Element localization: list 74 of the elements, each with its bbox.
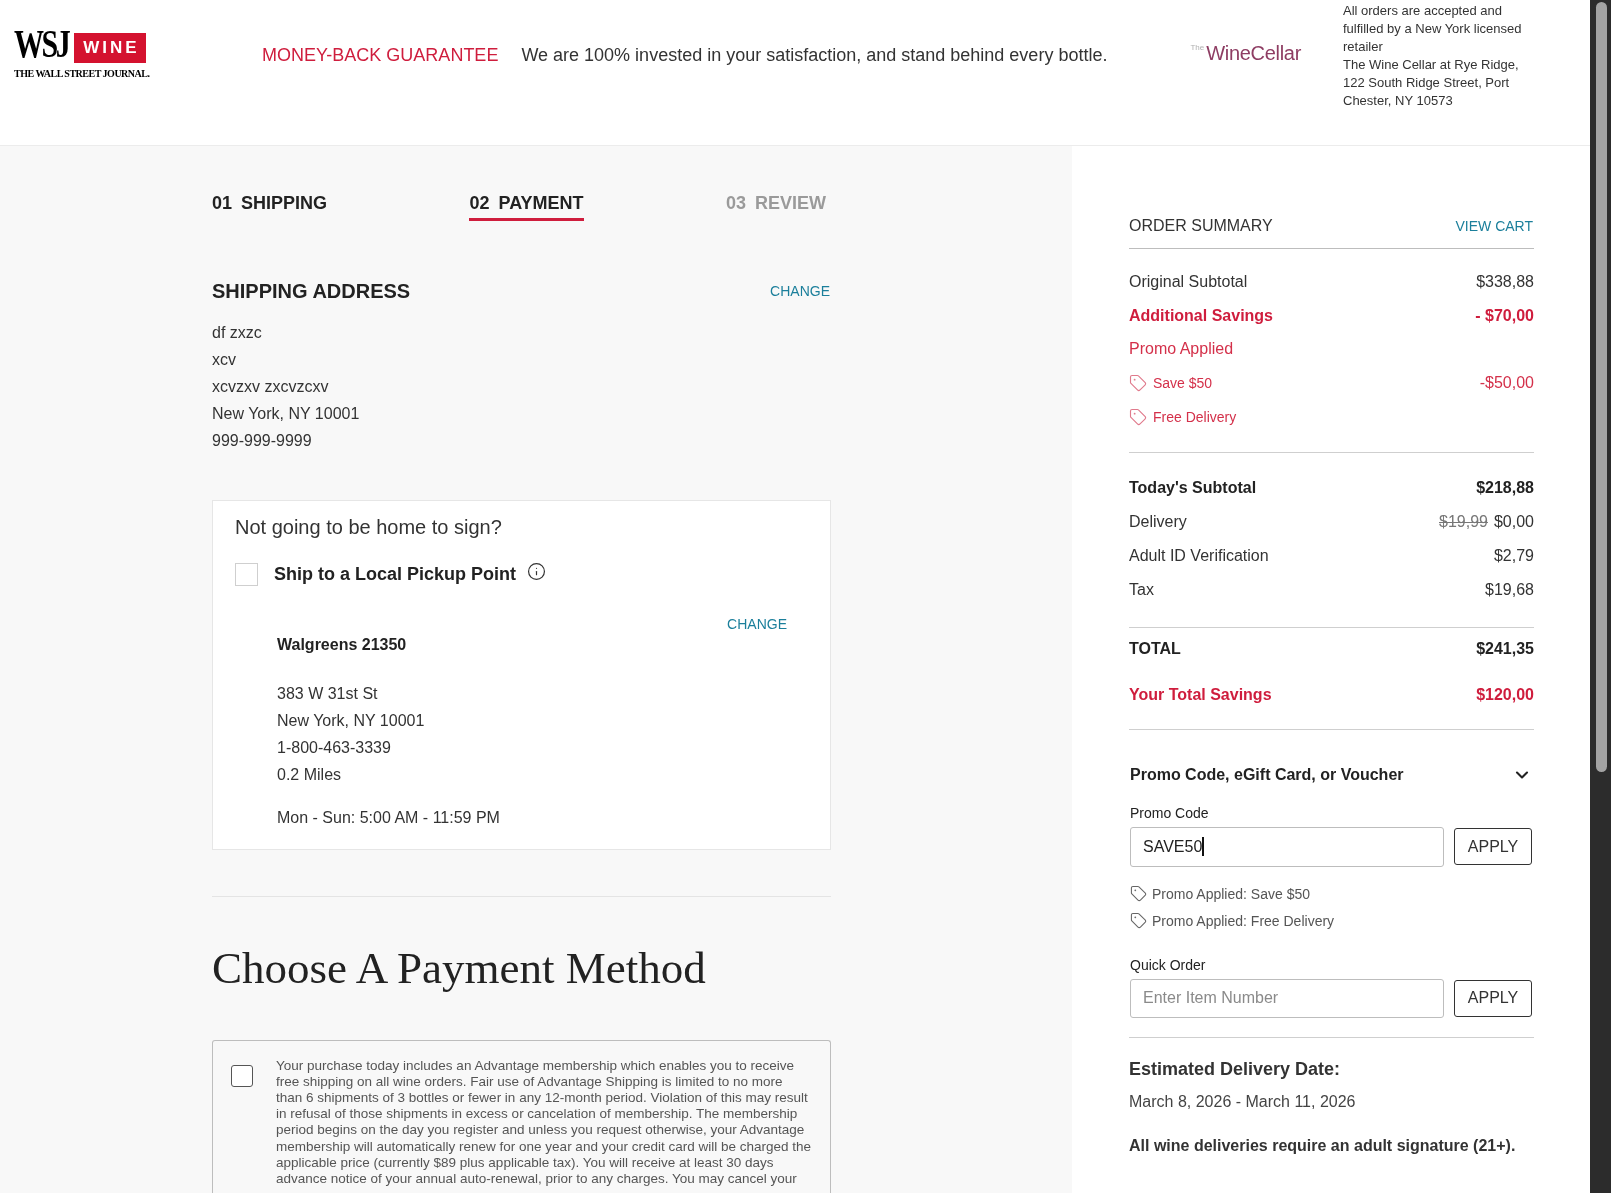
summary-label: Delivery xyxy=(1129,511,1187,532)
summary-label: Original Subtotal xyxy=(1129,271,1248,292)
summary-value: - $70,00 xyxy=(1475,305,1534,326)
guarantee-message: We are 100% invested in your satisfaction, and stand behind every bottle. xyxy=(521,44,1108,66)
summary-label: Save $50 xyxy=(1153,374,1213,394)
payment-method-heading: Choose A Payment Method xyxy=(212,941,706,995)
info-icon[interactable] xyxy=(527,561,547,581)
view-cart-link[interactable]: VIEW CART xyxy=(1455,217,1533,235)
change-link[interactable]: CHANGE xyxy=(727,615,787,633)
apply-button[interactable]: APPLY xyxy=(1454,828,1532,866)
promo-applied-text: Promo Applied: Free Delivery xyxy=(1152,911,1335,930)
pickup-location-name: Walgreens 21350 xyxy=(277,635,407,655)
summary-label: Today's Subtotal xyxy=(1129,477,1257,498)
address-line: xcv xyxy=(212,350,236,370)
pickup-address-line: 0.2 Miles xyxy=(277,764,342,785)
pickup-address-line: 383 W 31st St xyxy=(277,683,378,704)
pickup-question: Not going to be home to sign? xyxy=(235,515,502,540)
item-number-field[interactable]: Enter Item Number xyxy=(1130,978,1444,1018)
summary-label: Free Delivery xyxy=(1153,407,1237,427)
summary-value: $19,68 xyxy=(1485,579,1534,600)
promo-code-field[interactable]: SAVE50 xyxy=(1130,826,1444,867)
summary-label: Additional Savings xyxy=(1129,305,1273,326)
summary-value: $2,79 xyxy=(1493,545,1534,566)
tag-icon xyxy=(1130,885,1147,903)
change-link[interactable]: CHANGE xyxy=(770,282,830,300)
pickup-hours: Mon - Sun: 5:00 AM - 11:59 PM xyxy=(277,807,500,828)
membership-terms-text: Your purchase today includes an Advantage membership which enables you to receive free shipping on all wine orders. Fair use of Advantage Shipping is limited to no more than 6 shipments of 3 bottles or fewer in any 12-month period. Violation of this may result in refusal of those shipments in excess or cancelation of membership. The membership period begins on the day you register and unless you request otherwise, your Advantage membership will automatically renew for one year and your credit card will be charged the applicable price (currently $89 plus applicable tax). You will receive at least 30 days advance notice of your annual auto-renewal, prior to any charges. You may cancel your xyxy=(276,1057,812,1188)
tag-icon xyxy=(1130,912,1147,930)
scrollbar-thumb[interactable] xyxy=(1596,2,1607,772)
address-line: df zxzc xyxy=(212,323,262,343)
promo-applied-text: Promo Applied: Save $50 xyxy=(1152,884,1310,903)
text-cursor xyxy=(1202,837,1205,857)
pickup-option-label: Ship to a Local Pickup Point xyxy=(274,563,517,585)
guarantee-title: MONEY-BACK GUARANTEE xyxy=(262,44,499,66)
summary-label: Your Total Savings xyxy=(1129,684,1272,705)
scrollbar[interactable] xyxy=(1590,0,1611,1193)
adult-signature-note: All wine deliveries require an adult signature (21+). xyxy=(1129,1135,1516,1156)
summary-value: $218,88 xyxy=(1476,477,1534,498)
summary-value: $338,88 xyxy=(1476,271,1534,292)
logo-tagline: THE WALL STREET JOURNAL. xyxy=(14,68,150,80)
summary-label: Adult ID Verification xyxy=(1129,545,1269,566)
delivery-estimate-title: Estimated Delivery Date: xyxy=(1129,1057,1341,1080)
logo-wine-label[interactable]: WINE xyxy=(74,33,146,63)
licensing-note: The Wine Cellar at Rye Ridge, 122 South Ridge Street, Port Chester, NY 10573 xyxy=(1343,56,1520,110)
field-label: Quick Order xyxy=(1129,955,1206,974)
promo-accordion-header[interactable]: Promo Code, eGift Card, or Voucher xyxy=(1129,762,1534,787)
apply-button[interactable]: APPLY xyxy=(1454,979,1532,1017)
address-line: xcvzxv zxcvzcxv xyxy=(212,377,329,397)
checkout-step-tab[interactable]: 02 PAYMENT xyxy=(469,192,584,221)
licensing-note: All orders are accepted and fulfilled by a New York licensed retailer xyxy=(1343,2,1523,56)
summary-value: $241,35 xyxy=(1476,638,1534,659)
logo-wordmark[interactable]: WSJ xyxy=(14,24,69,63)
summary-label: Tax xyxy=(1129,579,1154,600)
pickup-checkbox[interactable] xyxy=(235,562,258,586)
summary-value: -$50,00 xyxy=(1479,373,1534,394)
summary-label: TOTAL xyxy=(1129,638,1181,659)
partner-logo-prefix: The xyxy=(1190,43,1205,53)
pickup-address-line: New York, NY 10001 xyxy=(277,710,425,731)
summary-value: $0,00 xyxy=(1493,511,1534,532)
field-label: Promo Code xyxy=(1129,803,1209,822)
summary-label: Promo Applied xyxy=(1129,339,1234,360)
partner-logo-wordmark[interactable]: WineCellar xyxy=(1206,41,1301,65)
summary-value: $120,00 xyxy=(1476,684,1534,705)
struck-price: $19,99 xyxy=(1439,511,1488,532)
tag-icon xyxy=(1129,407,1147,426)
membership-checkbox[interactable] xyxy=(231,1064,253,1087)
summary-title: ORDER SUMMARY xyxy=(1129,216,1273,236)
tag-icon xyxy=(1129,374,1147,393)
address-line: 999-999-9999 xyxy=(212,431,312,451)
checkout-step-tab[interactable]: 01 SHIPPING xyxy=(212,192,328,221)
address-line: New York, NY 10001 xyxy=(212,404,360,424)
delivery-dates: March 8, 2026 - March 11, 2026 xyxy=(1129,1091,1356,1112)
section-heading: SHIPPING ADDRESS xyxy=(212,279,411,304)
pickup-address-line: 1-800-463-3339 xyxy=(277,737,391,758)
